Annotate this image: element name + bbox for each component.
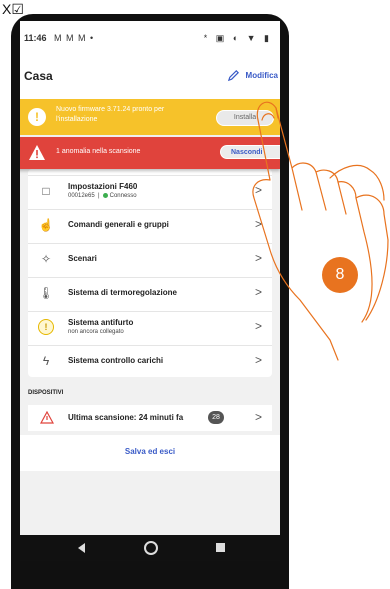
phone-frame: 11:46 M M M • * ▣ ◐ ▼ ▮ Casa Modifica ! … [11, 14, 289, 589]
list-item-load-control[interactable]: ϟ Sistema controllo carichi > [28, 345, 272, 376]
chevron-right-icon: > [254, 319, 262, 333]
step-number-badge: 8 [322, 257, 358, 293]
recent-apps-icon[interactable] [216, 543, 225, 552]
device-icon: □ [42, 184, 50, 198]
list-item-settings[interactable]: □ Impostazioni F460 00012e65 | Connesso > [28, 175, 272, 206]
warning-triangle-icon [40, 411, 54, 424]
back-icon[interactable] [78, 543, 85, 553]
android-nav-bar [20, 535, 280, 561]
settings-sep: | [98, 193, 100, 200]
settings-id: 00012e65 [68, 193, 95, 200]
main-card: □ Impostazioni F460 00012e65 | Connesso >… [28, 169, 272, 377]
settings-label: Impostazioni F460 [68, 182, 138, 191]
error-text: 1 anomalia nella scansione [56, 148, 141, 155]
scenarios-label: Scenari [68, 254, 97, 263]
chevron-right-icon: > [254, 251, 262, 265]
home-icon[interactable] [144, 541, 158, 555]
notification-icons: M M M • [54, 33, 95, 43]
warning-circle-icon: ! [38, 319, 54, 335]
general-commands-label: Comandi generali e gruppi [68, 220, 169, 229]
page-title: Casa [24, 69, 53, 83]
app-screen: 11:46 M M M • * ▣ ◐ ▼ ▮ Casa Modifica ! … [20, 21, 280, 561]
install-label: Installa [233, 114, 257, 121]
hide-button[interactable]: Nascondi [220, 145, 280, 159]
firmware-banner: ! Nuovo firmware 3.71.24 pronto per l'in… [20, 99, 280, 135]
status-time: 11:46 [24, 33, 47, 43]
warning-triangle-icon [29, 145, 45, 160]
edit-label: Modifica [245, 71, 278, 80]
settings-status: Connesso [109, 193, 137, 200]
list-item-thermoregulation[interactable]: 🌡 Sistema di termoregolazione > [28, 277, 272, 308]
hand-icon: ☝ [38, 218, 54, 232]
list-item-scenarios[interactable]: ✧ Scenari > [28, 243, 272, 274]
alarm-sub: non ancora collegato [68, 329, 124, 335]
install-button[interactable]: Installa [216, 110, 274, 126]
chevron-right-icon: > [254, 410, 262, 424]
pencil-icon [227, 70, 239, 82]
save-exit-button[interactable]: Salva ed esci [20, 447, 280, 456]
error-banner: 1 anomalia nella scansione Nascondi [20, 137, 280, 169]
device-count-badge: 28 [208, 411, 224, 424]
status-dot [102, 193, 108, 198]
footer: Salva ed esci [20, 435, 280, 471]
list-item-general-commands[interactable]: ☝ Comandi generali e gruppi > [28, 209, 272, 240]
last-scan-label: Ultima scansione: 24 minuti fa [68, 413, 184, 422]
magic-wand-icon: ✧ [40, 252, 52, 266]
load-control-label: Sistema controllo carichi [68, 356, 164, 365]
chevron-right-icon: > [254, 183, 262, 197]
edit-button[interactable]: Modifica [227, 69, 278, 82]
chevron-right-icon: > [254, 285, 262, 299]
chevron-right-icon: > [254, 217, 262, 231]
alarm-label: Sistema antifurto [68, 318, 134, 327]
chevron-right-icon: > [254, 353, 262, 367]
hide-label: Nascondi [231, 149, 263, 156]
header: Casa Modifica [20, 55, 280, 99]
close-mark: X☑ [2, 1, 24, 17]
info-icon: ! [28, 108, 46, 126]
list-item-alarm[interactable]: ! Sistema antifurto non ancora collegato… [28, 311, 272, 342]
lightning-icon: ϟ [42, 354, 50, 368]
firmware-text: Nuovo firmware 3.71.24 pronto per l'inst… [56, 106, 165, 123]
thermometer-icon: 🌡 [38, 286, 54, 300]
devices-section-title: DISPOSITIVI [28, 390, 64, 396]
last-scan-row[interactable]: Ultima scansione: 24 minuti fa 28 > [28, 405, 272, 431]
settings-sub: 00012e65 | Connesso [68, 193, 137, 199]
system-icons: * ▣ ◐ ▼ ▮ [203, 33, 272, 43]
thermoregulation-label: Sistema di termoregolazione [68, 288, 177, 297]
status-bar: 11:46 M M M • * ▣ ◐ ▼ ▮ [20, 21, 280, 55]
